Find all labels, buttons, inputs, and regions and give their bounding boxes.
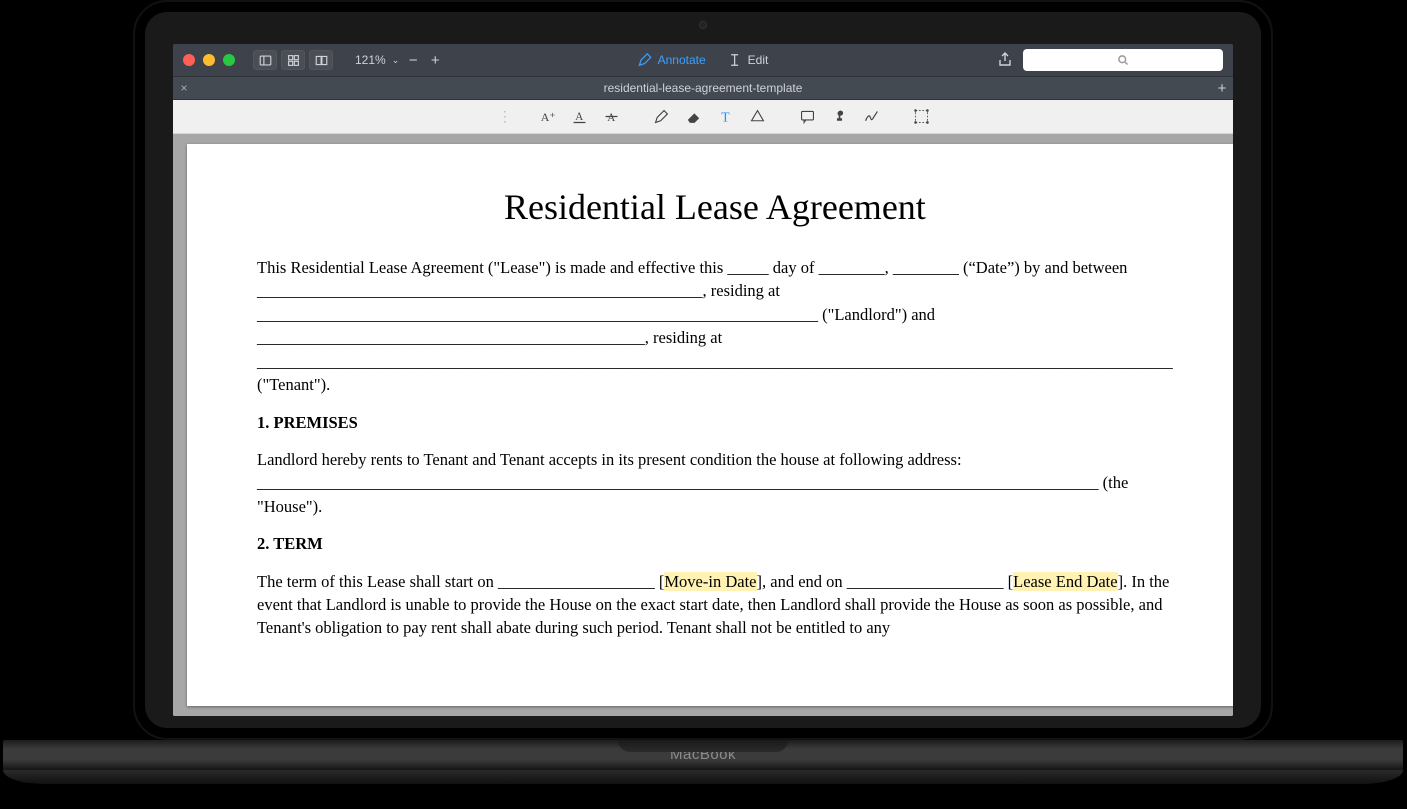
- share-icon: [997, 52, 1013, 68]
- text-cursor-icon: [728, 53, 742, 67]
- svg-text:A: A: [576, 111, 584, 123]
- pdf-editor-window: 121% ⌄ − + Annotate Edit: [173, 44, 1233, 716]
- thumbnails-view-button[interactable]: [281, 50, 305, 70]
- fullscreen-window-button[interactable]: [223, 54, 235, 66]
- eraser-tool[interactable]: [684, 107, 704, 127]
- toolbar-drag-handle[interactable]: ⋮: [498, 108, 508, 125]
- section-1-heading: 1. PREMISES: [257, 411, 1173, 434]
- two-page-view-button[interactable]: [309, 50, 333, 70]
- zoom-out-button[interactable]: −: [405, 52, 421, 69]
- selection-tool[interactable]: [912, 107, 932, 127]
- intro-paragraph: This Residential Lease Agreement ("Lease…: [257, 256, 1173, 397]
- search-icon: [1117, 54, 1129, 66]
- shape-tool[interactable]: [748, 107, 768, 127]
- document-title: Residential Lease Agreement: [257, 186, 1173, 228]
- annotate-toolbar: ⋮ A⁺ A A T: [173, 100, 1233, 134]
- text-markup-tool[interactable]: A⁺: [538, 107, 558, 127]
- move-in-date-placeholder: Move-in Date: [664, 572, 756, 591]
- window-controls: [183, 54, 235, 66]
- close-window-button[interactable]: [183, 54, 195, 66]
- section-1-body: Landlord hereby rents to Tenant and Tena…: [257, 448, 1173, 518]
- document-page: Residential Lease Agreement This Residen…: [187, 144, 1233, 706]
- edit-mode-button[interactable]: Edit: [728, 53, 769, 67]
- zoom-dropdown-icon[interactable]: ⌄: [392, 55, 400, 66]
- annotate-mode-button[interactable]: Annotate: [638, 53, 706, 67]
- window-titlebar: 121% ⌄ − + Annotate Edit: [173, 44, 1233, 76]
- laptop-base: MacBook: [3, 740, 1403, 790]
- new-tab-button[interactable]: +: [1211, 80, 1233, 97]
- note-tool[interactable]: [798, 107, 818, 127]
- pen-nib-icon: [638, 53, 652, 67]
- svg-text:T: T: [722, 110, 731, 125]
- s2-text-b: ], and end on ___________________ [: [757, 572, 1014, 591]
- signature-tool[interactable]: [862, 107, 882, 127]
- lease-end-date-placeholder: Lease End Date: [1013, 572, 1117, 591]
- s2-text-a: The term of this Lease shall start on __…: [257, 572, 664, 591]
- underline-tool[interactable]: A: [570, 107, 590, 127]
- annotate-label: Annotate: [658, 53, 706, 67]
- stamp-tool[interactable]: [830, 107, 850, 127]
- tab-title[interactable]: residential-lease-agreement-template: [195, 81, 1211, 95]
- minimize-window-button[interactable]: [203, 54, 215, 66]
- strikethrough-tool[interactable]: A: [602, 107, 622, 127]
- text-tool[interactable]: T: [716, 107, 736, 127]
- tab-bar: × residential-lease-agreement-template +: [173, 76, 1233, 100]
- section-2-heading: 2. TERM: [257, 532, 1173, 555]
- document-viewport[interactable]: Residential Lease Agreement This Residen…: [173, 134, 1233, 716]
- webcam: [699, 21, 707, 29]
- zoom-level[interactable]: 121%: [355, 53, 386, 67]
- sidebar-toggle-button[interactable]: [253, 50, 277, 70]
- zoom-in-button[interactable]: +: [427, 52, 443, 69]
- section-2-body: The term of this Lease shall start on __…: [257, 570, 1173, 640]
- edit-label: Edit: [748, 53, 769, 67]
- share-button[interactable]: [997, 52, 1013, 68]
- svg-text:A: A: [608, 112, 616, 124]
- search-input[interactable]: [1023, 49, 1223, 71]
- view-mode-group: [253, 50, 337, 70]
- pencil-tool[interactable]: [652, 107, 672, 127]
- close-tab-button[interactable]: ×: [173, 81, 195, 95]
- svg-text:A⁺: A⁺: [541, 110, 556, 124]
- zoom-control: 121% ⌄ − +: [355, 52, 443, 69]
